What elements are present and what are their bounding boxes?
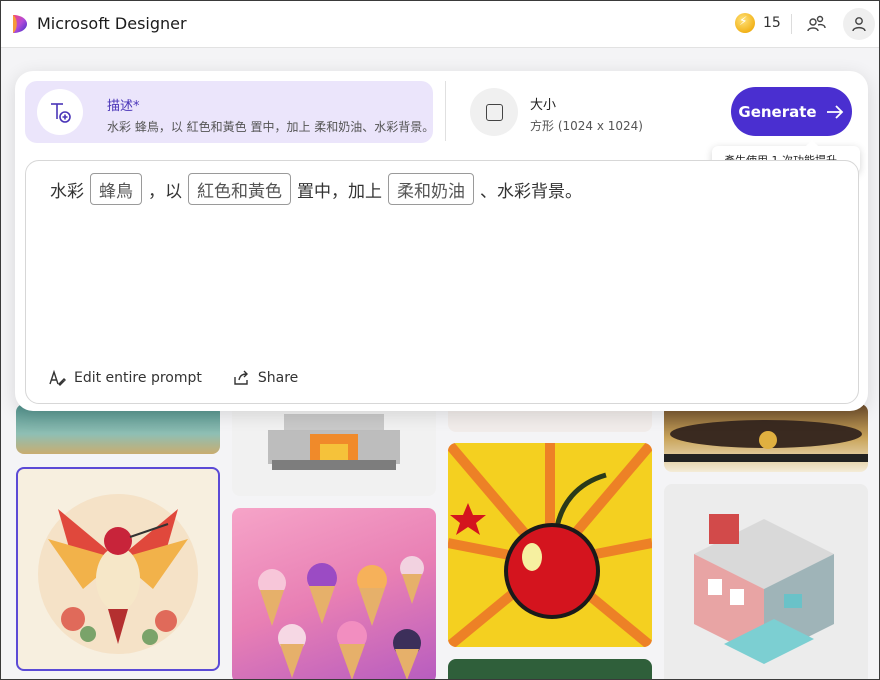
prompt-slot-colors[interactable]: 紅色和黃色 bbox=[188, 173, 291, 205]
generate-label: Generate bbox=[738, 102, 817, 121]
gallery-image-isometric-house[interactable] bbox=[664, 484, 868, 679]
cherry-pop-art-illustration bbox=[448, 443, 652, 647]
describe-label: 描述* bbox=[107, 99, 140, 114]
edit-text-icon bbox=[49, 369, 66, 386]
square-icon bbox=[485, 103, 503, 121]
prompt-panel: 描述* 水彩 蜂鳥，以 紅色和黃色 置中，加上 柔和奶油、水彩背景。 大小 方形… bbox=[15, 71, 868, 411]
prompt-actions: Edit entire prompt Share bbox=[48, 369, 298, 387]
gallery-image-teal-ornament[interactable] bbox=[16, 404, 220, 454]
designer-logo bbox=[13, 15, 27, 33]
app-title: Microsoft Designer bbox=[37, 14, 187, 33]
prompt-slot-subject[interactable]: 蜂鳥 bbox=[90, 173, 142, 205]
edit-prompt-button[interactable]: Edit entire prompt bbox=[48, 369, 202, 387]
gallery-image-cherry[interactable] bbox=[448, 443, 652, 647]
prompt-text-1: 水彩 bbox=[50, 181, 84, 202]
describe-section[interactable]: 描述* 水彩 蜂鳥，以 紅色和黃色 置中，加上 柔和奶油、水彩背景。 bbox=[25, 81, 433, 143]
gallery-image-hummingbird[interactable] bbox=[16, 467, 220, 671]
share-people-icon[interactable] bbox=[805, 13, 827, 35]
prompt-text-4: 、水彩背景。 bbox=[480, 181, 582, 202]
credit-count: 15 bbox=[763, 15, 781, 31]
gold-stage-illustration bbox=[664, 420, 868, 462]
panel-divider bbox=[445, 81, 446, 141]
prompt-slot-tone[interactable]: 柔和奶油 bbox=[388, 173, 474, 205]
describe-summary: 水彩 蜂鳥，以 紅色和黃色 置中，加上 柔和奶油、水彩背景。 bbox=[107, 120, 429, 134]
app-window: Microsoft Designer 15 bbox=[0, 0, 880, 680]
gallery-image-green-partial[interactable] bbox=[448, 659, 652, 679]
prompt-sentence: 水彩 蜂鳥 ，以 紅色和黃色 置中，加上 柔和奶油 、水彩背景。 bbox=[50, 173, 582, 205]
size-value[interactable]: 方形 (1024 x 1024) bbox=[530, 117, 643, 134]
header-divider bbox=[791, 14, 792, 34]
text-add-icon bbox=[37, 89, 83, 135]
arrow-right-icon bbox=[826, 104, 843, 119]
gallery-image-pixel-explosion[interactable] bbox=[232, 404, 436, 496]
prompt-text-2: ，以 bbox=[148, 181, 182, 202]
share-icon bbox=[234, 370, 248, 385]
isometric-house-illustration bbox=[694, 514, 834, 664]
coin-icon bbox=[735, 13, 755, 33]
size-button[interactable] bbox=[470, 88, 518, 136]
size-label: 大小 bbox=[530, 98, 557, 113]
prompt-text-3: 置中，加上 bbox=[297, 181, 382, 202]
ice-cream-illustration bbox=[258, 556, 424, 679]
hummingbird-illustration bbox=[38, 494, 198, 654]
share-label: Share bbox=[257, 370, 299, 386]
pixel-explosion-illustration bbox=[268, 414, 400, 470]
account-button[interactable] bbox=[843, 8, 875, 40]
gallery-image-ice-cream[interactable] bbox=[232, 508, 436, 679]
edit-prompt-label: Edit entire prompt bbox=[74, 370, 202, 386]
gallery-image-gold-stage[interactable] bbox=[664, 404, 868, 472]
share-button[interactable]: Share bbox=[232, 369, 298, 387]
boost-credits[interactable]: 15 bbox=[735, 13, 781, 33]
account-icon bbox=[852, 17, 866, 32]
generate-button[interactable]: Generate bbox=[731, 87, 852, 136]
top-bar: Microsoft Designer 15 bbox=[1, 1, 879, 48]
prompt-editor[interactable]: 水彩 蜂鳥 ，以 紅色和黃色 置中，加上 柔和奶油 、水彩背景。 Edit en… bbox=[25, 160, 859, 404]
